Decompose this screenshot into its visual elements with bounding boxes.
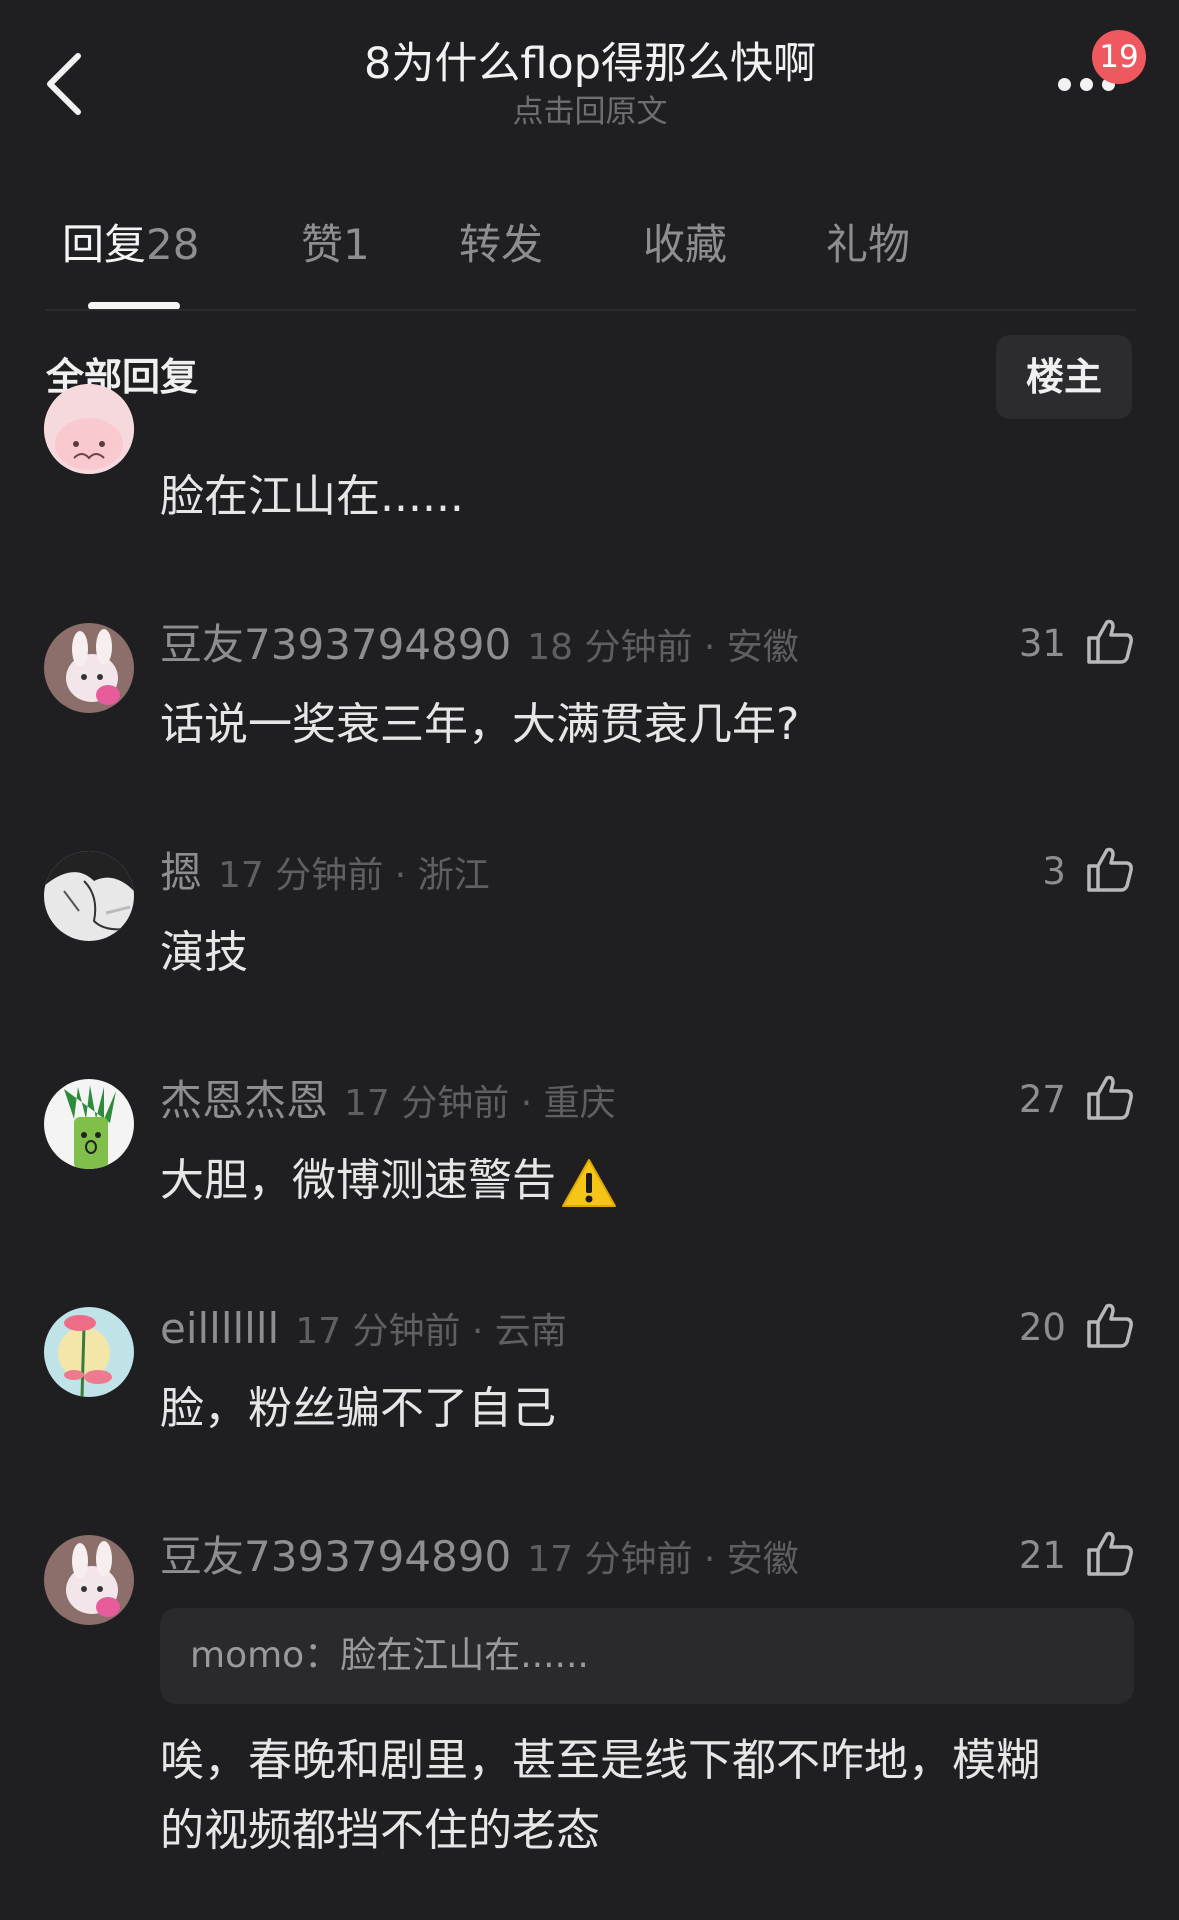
back-button[interactable] [34,44,94,124]
tab-count: 1 [343,220,370,269]
avatar[interactable] [44,851,134,941]
bunny-avatar-icon [44,1535,134,1625]
anime-avatar-icon [44,851,134,941]
chevron-left-icon [47,53,81,115]
comment-meta: eilllllll 17 分钟前 · 云南 [160,1304,567,1363]
warning-icon [562,1159,616,1207]
comment-item: 杰恩杰恩 17 分钟前 · 重庆 27 大胆，微博测速警告 [0,1075,1179,1246]
like-count: 31 [1018,622,1066,665]
thumbs-up-icon [1087,1303,1133,1348]
username[interactable]: 豆友7393794890 [160,1532,511,1581]
like-button[interactable]: 3 [1042,844,1135,900]
op-only-filter-button[interactable]: 楼主 [996,335,1132,419]
username[interactable]: eilllllll [160,1304,279,1353]
username[interactable]: 豆友7393794890 [160,620,511,669]
tab-label: 收藏 [643,220,728,269]
like-button[interactable]: 31 [1019,616,1135,672]
username[interactable]: 摁 [160,848,202,897]
avatar[interactable] [44,1307,134,1397]
comment-item: 摁 17 分钟前 · 浙江 3 演技 [0,847,1179,1018]
more-dot-icon [1080,78,1093,91]
leek-avatar-icon [44,1079,134,1169]
timestamp-location: 17 分钟前 · 重庆 [344,1083,616,1124]
comment-text: 大胆，微博测速警告 [160,1146,1120,1216]
comment-item: 豆友7393794890 18 分钟前 · 安徽 31 话说一奖衰三年，大满贯衰几… [0,619,1179,790]
post-title-area[interactable]: 8为什么flop得那么快啊 点击回原文 [240,34,940,132]
tab-gifts[interactable]: 礼物 [826,220,910,270]
comment-text-line: 唉，春晚和剧里，甚至是线下都不咋地，模糊 [160,1735,1040,1786]
page-title: 8为什么flop得那么快啊 [363,39,817,89]
comment-meta: 杰恩杰恩 17 分钟前 · 重庆 [160,1076,616,1135]
timestamp-location: 17 分钟前 · 浙江 [218,855,490,896]
tab-count: 28 [146,220,200,269]
timestamp-location: 17 分钟前 · 云南 [295,1311,567,1352]
quoted-reply[interactable]: momo：脸在江山在...... [160,1608,1134,1704]
comment-text: 脸，粉丝骗不了自己 [160,1383,556,1434]
avatar[interactable] [44,384,134,474]
comment-item: 脸在江山在...... [0,384,1179,560]
notification-badge[interactable]: 19 [1092,30,1146,84]
back-to-post-link[interactable]: 点击回原文 [240,92,940,132]
username[interactable]: 杰恩杰恩 [160,1076,328,1125]
pig-avatar-icon [44,384,134,474]
divider [46,309,1136,311]
comment-text: 演技 [160,927,248,978]
tab-reposts[interactable]: 转发 [459,220,543,270]
comment-item: 豆友7393794890 17 分钟前 · 安徽 21 momo：脸在江山在...… [0,1531,1179,1872]
top-bar: 8为什么flop得那么快啊 点击回原文 19 [0,0,1179,160]
like-button[interactable]: 27 [1019,1072,1135,1128]
like-button[interactable]: 20 [1019,1300,1135,1356]
like-count: 3 [1042,850,1066,893]
tab-likes[interactable]: 赞1 [301,220,370,270]
flower-avatar-icon [44,1307,134,1397]
tab-label: 赞 [301,220,344,269]
comment-item: eilllllll 17 分钟前 · 云南 20 脸，粉丝骗不了自己 [0,1303,1179,1474]
comment-text: 脸在江山在...... [160,471,464,522]
comment-meta: 摁 17 分钟前 · 浙江 [160,848,490,907]
timestamp-location: 17 分钟前 · 安徽 [527,1539,799,1580]
like-count: 21 [1018,1534,1066,1577]
like-count: 27 [1018,1078,1066,1121]
like-button[interactable]: 21 [1019,1528,1135,1584]
comment-text-body: 大胆，微博测速警告 [160,1155,556,1206]
tab-bar: 回复28 赞1 转发 收藏 礼物 [0,200,1179,310]
comment-meta: 豆友7393794890 18 分钟前 · 安徽 [160,620,799,679]
thumbs-up-icon [1087,847,1133,892]
tab-replies[interactable]: 回复28 [62,220,199,270]
like-count: 20 [1018,1306,1066,1349]
tab-label: 回复 [62,220,147,269]
avatar[interactable] [44,1079,134,1169]
thumbs-up-icon [1087,1531,1133,1576]
comment-text: 话说一奖衰三年，大满贯衰几年? [160,699,800,750]
comment-meta: 豆友7393794890 17 分钟前 · 安徽 [160,1532,799,1591]
avatar[interactable] [44,1535,134,1625]
tab-label: 转发 [459,220,544,269]
thumbs-up-icon [1087,1075,1133,1120]
timestamp-location: 18 分钟前 · 安徽 [527,627,799,668]
comment-text: 唉，春晚和剧里，甚至是线下都不咋地，模糊 的视频都挡不住的老态 [160,1726,1120,1866]
tab-label: 礼物 [826,220,911,269]
bunny-avatar-icon [44,623,134,713]
more-dot-icon [1058,78,1071,91]
avatar[interactable] [44,623,134,713]
comment-text-line: 的视频都挡不住的老态 [160,1805,600,1856]
tab-favorites[interactable]: 收藏 [643,220,727,270]
thumbs-up-icon [1087,619,1133,664]
